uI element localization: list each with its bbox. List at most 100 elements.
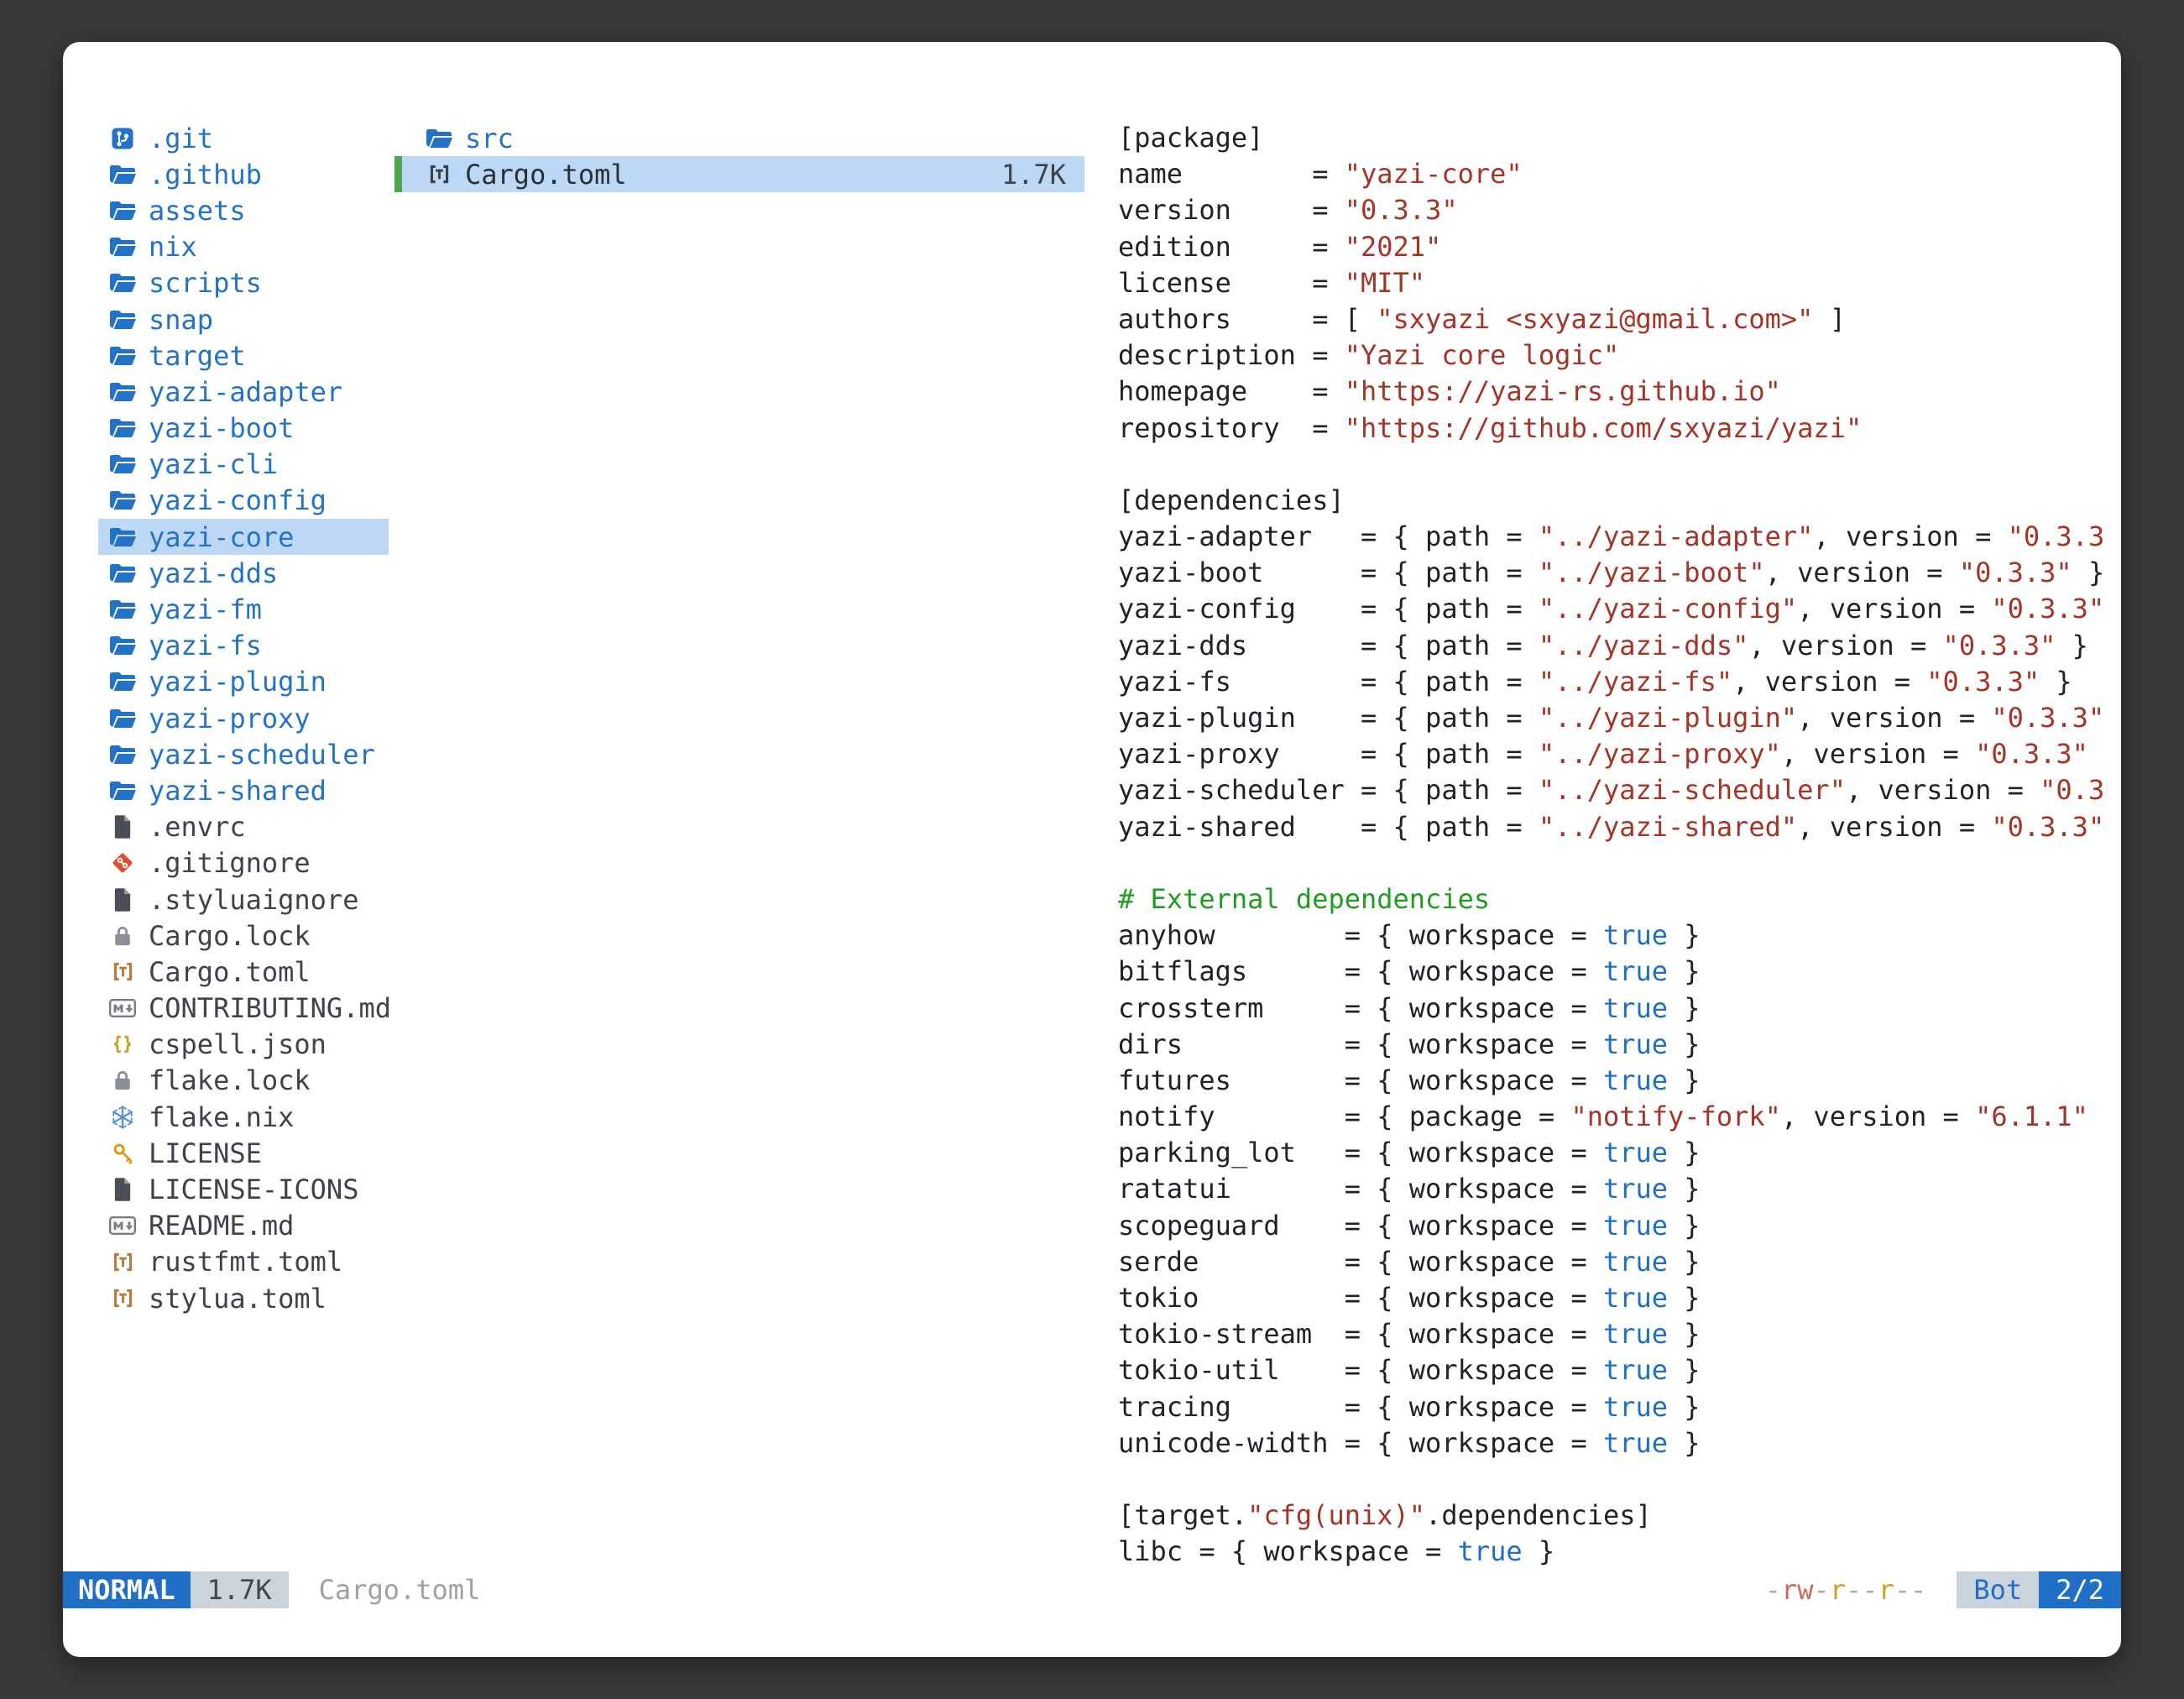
entry-name: src xyxy=(465,123,514,154)
entry-name: cspell.json xyxy=(149,1028,327,1060)
entry-name: yazi-plugin xyxy=(149,666,327,698)
permission-segment: r xyxy=(1830,1574,1846,1606)
markdown-icon xyxy=(107,994,138,1022)
dir-row[interactable]: yazi-core xyxy=(98,519,389,555)
code-line: edition = "2021" xyxy=(1118,229,2105,265)
code-line: license = "MIT" xyxy=(1118,265,2105,301)
file-row[interactable]: stylua.toml xyxy=(98,1280,389,1316)
file-row[interactable]: README.md xyxy=(98,1208,389,1244)
code-line: version = "0.3.3" xyxy=(1118,192,2105,228)
code-line: yazi-boot = { path = "../yazi-boot", ver… xyxy=(1118,555,2105,591)
dir-row[interactable]: yazi-proxy xyxy=(98,700,389,736)
current-directory-pane: srcCargo.toml1.7K xyxy=(394,120,1084,192)
code-line: unicode-width = { workspace = true } xyxy=(1118,1425,2105,1461)
dir-row[interactable]: yazi-adapter xyxy=(98,374,389,410)
folder-icon xyxy=(107,740,138,769)
entry-name: yazi-cli xyxy=(149,448,278,480)
file-row[interactable]: Cargo.toml1.7K xyxy=(394,156,1084,192)
entry-name: yazi-core xyxy=(149,521,294,553)
entry-name: snap xyxy=(149,304,213,336)
dir-row[interactable]: assets xyxy=(98,192,389,228)
status-bar-left: NORMAL 1.7K Cargo.toml xyxy=(63,1571,480,1608)
code-line: tokio-stream = { workspace = true } xyxy=(1118,1316,2105,1352)
file-row[interactable]: flake.lock xyxy=(98,1063,389,1099)
markdown-icon xyxy=(107,1211,138,1240)
entry-name: assets xyxy=(149,195,246,227)
entry-name: yazi-dds xyxy=(149,557,278,589)
permission-segment: -- xyxy=(1894,1574,1927,1606)
toml-icon xyxy=(107,958,138,986)
folder-icon xyxy=(107,559,138,588)
dir-row[interactable]: yazi-boot xyxy=(98,410,389,447)
git-repo-icon xyxy=(107,124,138,153)
entry-name: yazi-adapter xyxy=(149,376,342,408)
dir-row[interactable]: yazi-plugin xyxy=(98,664,389,700)
dir-row[interactable]: yazi-scheduler xyxy=(98,736,389,772)
dir-row[interactable]: yazi-dds xyxy=(98,555,389,591)
toml-icon xyxy=(107,1247,138,1276)
file-row[interactable]: Cargo.toml xyxy=(98,954,389,990)
status-bar-right: -rw-r--r-- Bot 2/2 xyxy=(1765,1571,2121,1608)
folder-icon xyxy=(107,631,138,660)
code-line: bitflags = { workspace = true } xyxy=(1118,954,2105,990)
code-line: homepage = "https://yazi-rs.github.io" xyxy=(1118,374,2105,410)
file-icon xyxy=(107,813,138,841)
entry-name: nix xyxy=(149,231,197,263)
code-line: [package] xyxy=(1118,120,2105,156)
git-ignore-icon xyxy=(107,849,138,877)
folder-icon xyxy=(107,667,138,696)
dir-row[interactable]: .github xyxy=(98,156,389,192)
file-row[interactable]: .gitignore xyxy=(98,845,389,881)
folder-icon xyxy=(423,124,455,153)
dir-row[interactable]: yazi-shared xyxy=(98,772,389,808)
dir-row[interactable]: yazi-fm xyxy=(98,591,389,627)
code-line: # External dependencies xyxy=(1118,881,2105,917)
toml-icon xyxy=(423,160,455,189)
code-line: yazi-adapter = { path = "../yazi-adapter… xyxy=(1118,519,2105,555)
dir-row[interactable]: snap xyxy=(98,301,389,337)
dir-row[interactable]: yazi-cli xyxy=(98,447,389,483)
dir-row[interactable]: yazi-config xyxy=(98,483,389,519)
file-row[interactable]: CONTRIBUTING.md xyxy=(98,991,389,1027)
file-row[interactable]: LICENSE-ICONS xyxy=(98,1171,389,1207)
entry-name: .github xyxy=(149,159,262,191)
file-row[interactable]: Cargo.lock xyxy=(98,917,389,954)
entry-name: Cargo.toml xyxy=(149,956,311,988)
file-preview-pane: [package]name = "yazi-core"version = "0.… xyxy=(1118,120,2105,1571)
entry-name: target xyxy=(149,340,246,372)
lock-icon xyxy=(107,922,138,950)
dir-row[interactable]: .git xyxy=(98,120,389,156)
dir-row[interactable]: target xyxy=(98,337,389,374)
folder-icon xyxy=(107,233,138,261)
permission-segment: -- xyxy=(1846,1574,1878,1606)
file-row[interactable]: cspell.json xyxy=(98,1027,389,1063)
entry-name: yazi-shared xyxy=(149,775,327,807)
entry-name: yazi-config xyxy=(149,484,327,516)
dir-row[interactable]: src xyxy=(394,120,1084,156)
entry-name: .envrc xyxy=(149,811,246,843)
code-line xyxy=(1118,447,2105,483)
file-row[interactable]: .envrc xyxy=(98,809,389,845)
file-count-badge: 2/2 xyxy=(2039,1571,2121,1608)
dir-row[interactable]: scripts xyxy=(98,265,389,301)
file-row[interactable]: flake.nix xyxy=(98,1099,389,1135)
entry-name: Cargo.lock xyxy=(149,920,311,952)
folder-icon xyxy=(107,306,138,334)
dir-row[interactable]: yazi-fs xyxy=(98,628,389,664)
file-size-badge: 1.7K xyxy=(191,1571,289,1608)
mode-badge: NORMAL xyxy=(63,1571,191,1608)
folder-icon xyxy=(107,378,138,406)
file-row[interactable]: rustfmt.toml xyxy=(98,1244,389,1280)
code-line: repository = "https://github.com/sxyazi/… xyxy=(1118,410,2105,447)
file-icon xyxy=(107,1175,138,1204)
selection-marker-bar xyxy=(394,156,402,192)
yazi-window: .git.github assets nixscriptssnap target yaz… xyxy=(63,42,2121,1657)
code-line xyxy=(1118,1461,2105,1498)
code-line: yazi-proxy = { path = "../yazi-proxy", v… xyxy=(1118,736,2105,772)
file-row[interactable]: LICENSE xyxy=(98,1135,389,1171)
entry-name: yazi-boot xyxy=(149,412,294,444)
code-line: tokio = { workspace = true } xyxy=(1118,1280,2105,1316)
dir-row[interactable]: nix xyxy=(98,229,389,265)
entry-name: .gitignore xyxy=(149,847,311,879)
file-row[interactable]: .styluaignore xyxy=(98,881,389,917)
